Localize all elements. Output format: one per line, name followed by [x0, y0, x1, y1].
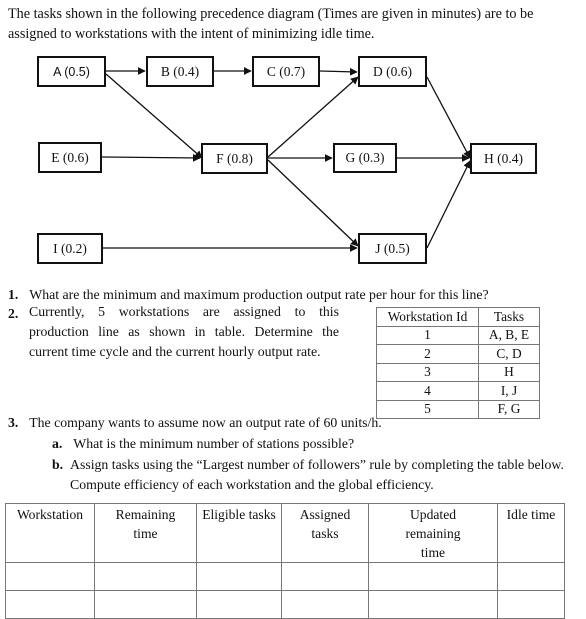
question-3-number: 3.	[8, 415, 19, 430]
remaining-time-cell[interactable]	[94, 590, 197, 619]
workstation-cell[interactable]	[5, 562, 95, 591]
workstation-id-cell: 3	[376, 362, 479, 382]
task-node-g: G (0.3)	[333, 143, 397, 173]
updated-remaining-time-cell[interactable]	[368, 590, 498, 619]
workstation-id-cell: 2	[376, 344, 479, 364]
table-row: 3 H	[376, 362, 540, 382]
task-node-i: I (0.2)	[37, 233, 103, 264]
task-node-f: F (0.8)	[201, 143, 268, 174]
question-1-number: 1.	[8, 287, 19, 302]
workstation-table-header: Workstation Id Tasks	[376, 307, 540, 327]
eligible-tasks-cell[interactable]	[196, 562, 282, 591]
header-tasks: Tasks	[478, 307, 540, 327]
workstation-cell[interactable]	[5, 590, 95, 619]
table-row: 1 A, B, E	[376, 325, 540, 345]
header-updated-remaining-time: Updated remaining time	[368, 503, 498, 563]
assigned-tasks-cell[interactable]	[281, 590, 369, 619]
header-idle-time: Idle time	[497, 503, 565, 563]
table-row	[5, 590, 565, 619]
workstation-id-cell: 5	[376, 399, 479, 419]
idle-time-cell[interactable]	[497, 590, 565, 619]
header-remaining-time: Remaining time	[94, 503, 197, 563]
task-node-d: D (0.6)	[358, 56, 427, 87]
table-row: 2 C, D	[376, 344, 540, 364]
question-3b-letter: b.	[52, 457, 64, 472]
task-node-j: J (0.5)	[358, 233, 427, 264]
task-node-h: H (0.4)	[470, 143, 537, 174]
header-assigned-tasks: Assigned tasks	[281, 503, 369, 563]
updated-remaining-time-cell[interactable]	[368, 562, 498, 591]
question-2-text: Currently, 5 workstations are assigned t…	[29, 304, 339, 359]
workstation-table: Workstation Id Tasks 1 A, B, E 2 C, D 3 …	[376, 307, 540, 419]
header-workstation-id: Workstation Id	[376, 307, 479, 327]
tasks-cell: F, G	[478, 399, 540, 419]
question-3: 3. The company wants to assume now an ou…	[8, 413, 382, 433]
task-node-b: B (0.4)	[146, 56, 214, 87]
assignment-table: Workstation Remaining time Eligible task…	[5, 503, 565, 619]
workstation-id-cell: 4	[376, 381, 479, 401]
tasks-cell: H	[478, 362, 540, 382]
tasks-cell: C, D	[478, 344, 540, 364]
assignment-table-header: Workstation Remaining time Eligible task…	[5, 503, 565, 563]
task-node-c: C (0.7)	[252, 56, 320, 87]
tasks-cell: A, B, E	[478, 325, 540, 345]
table-row: 4 I, J	[376, 381, 540, 401]
edge-e-f	[101, 154, 201, 162]
question-1-text: What are the minimum and maximum product…	[29, 287, 489, 302]
question-2-number: 2.	[8, 306, 19, 321]
edge-c-d	[319, 67, 358, 76]
table-row: 5 F, G	[376, 399, 540, 419]
question-3a-text: What is the minimum number of stations p…	[73, 436, 355, 451]
idle-time-cell[interactable]	[497, 562, 565, 591]
workstation-id-cell: 1	[376, 325, 479, 345]
question-3a-letter: a.	[52, 436, 63, 451]
remaining-time-cell[interactable]	[94, 562, 197, 591]
eligible-tasks-cell[interactable]	[196, 590, 282, 619]
question-3b-text: Assign tasks using the “Largest number o…	[70, 457, 564, 492]
tasks-cell: I, J	[478, 381, 540, 401]
precedence-diagram: A (0.5) B (0.4) C (0.7) D (0.6) E (0.6) …	[0, 0, 586, 280]
assigned-tasks-cell[interactable]	[281, 562, 369, 591]
question-3a: a. What is the minimum number of station…	[52, 434, 354, 454]
question-3-text: The company wants to assume now an outpu…	[29, 415, 382, 430]
task-node-a: A (0.5)	[37, 56, 106, 87]
header-eligible-tasks: Eligible tasks	[196, 503, 282, 563]
table-row	[5, 562, 565, 591]
edge-j-h	[426, 160, 471, 249]
edge-d-h	[426, 76, 471, 159]
task-node-e: E (0.6)	[38, 142, 102, 173]
header-workstation: Workstation	[5, 503, 95, 563]
